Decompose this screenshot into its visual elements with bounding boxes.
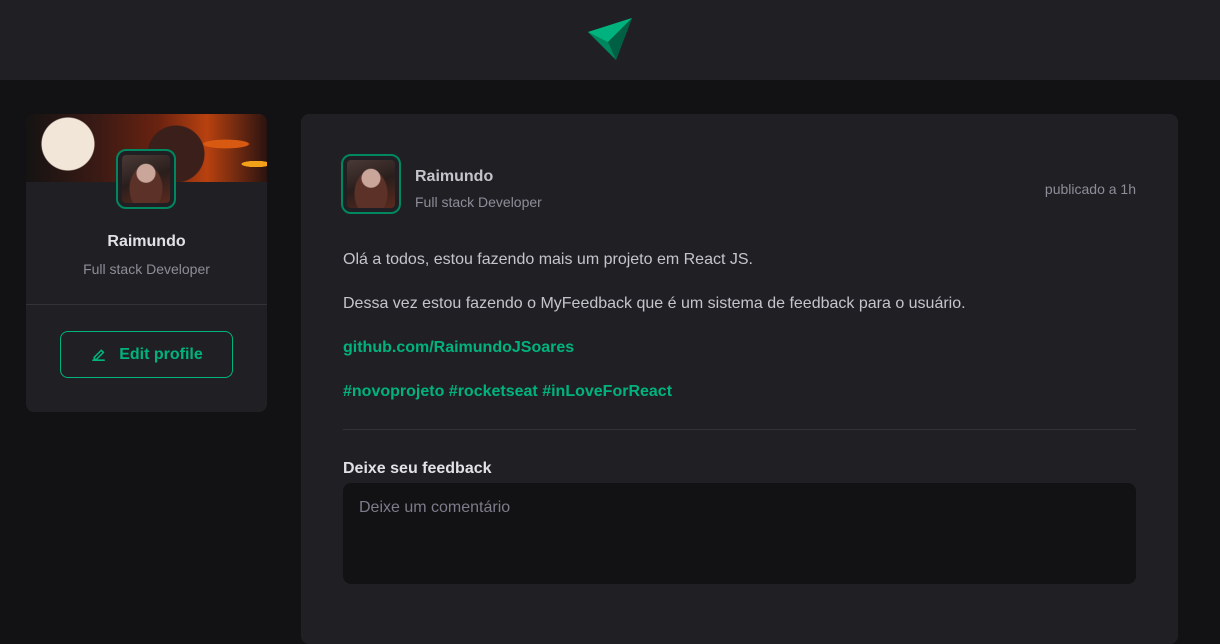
edit-profile-button[interactable]: Edit profile [60, 331, 233, 378]
github-link[interactable]: github.com/RaimundoJSoares [343, 339, 574, 356]
app-header [0, 0, 1220, 80]
comment-input[interactable] [343, 483, 1136, 584]
avatar [116, 149, 176, 209]
paper-plane-logo-icon[interactable] [586, 18, 634, 62]
post-paragraph: Olá a todos, estou fazendo mais um proje… [343, 251, 753, 268]
profile-name: Raimundo [107, 233, 186, 250]
post-author-name: Raimundo [415, 168, 494, 185]
post-published-time: publicado a 1h [1044, 181, 1136, 197]
hashtag-link[interactable]: #novoprojeto [343, 383, 444, 400]
pencil-icon [92, 349, 106, 361]
edit-profile-label: Edit profile [119, 345, 203, 363]
post-content: Olá a todos, estou fazendo mais um proje… [343, 249, 1136, 425]
post-card: Raimundo Full stack Developer publicado … [301, 114, 1178, 644]
feedback-title: Deixe seu feedback [343, 460, 492, 477]
divider [343, 429, 1136, 430]
post-author-avatar[interactable] [341, 154, 401, 214]
post-paragraph: Dessa vez estou fazendo o MyFeedback que… [343, 295, 966, 312]
profile-sidebar: Raimundo Full stack Developer Edit profi… [26, 114, 267, 412]
profile-role: Full stack Developer [83, 261, 210, 277]
divider [26, 304, 267, 305]
hashtag-link[interactable]: #rocketseat [449, 383, 538, 400]
hashtag-link[interactable]: #inLoveForReact [542, 383, 672, 400]
hashtag-list: #novoprojeto #rocketseat #inLoveForReact [343, 381, 1136, 403]
post-author-role: Full stack Developer [415, 194, 542, 210]
